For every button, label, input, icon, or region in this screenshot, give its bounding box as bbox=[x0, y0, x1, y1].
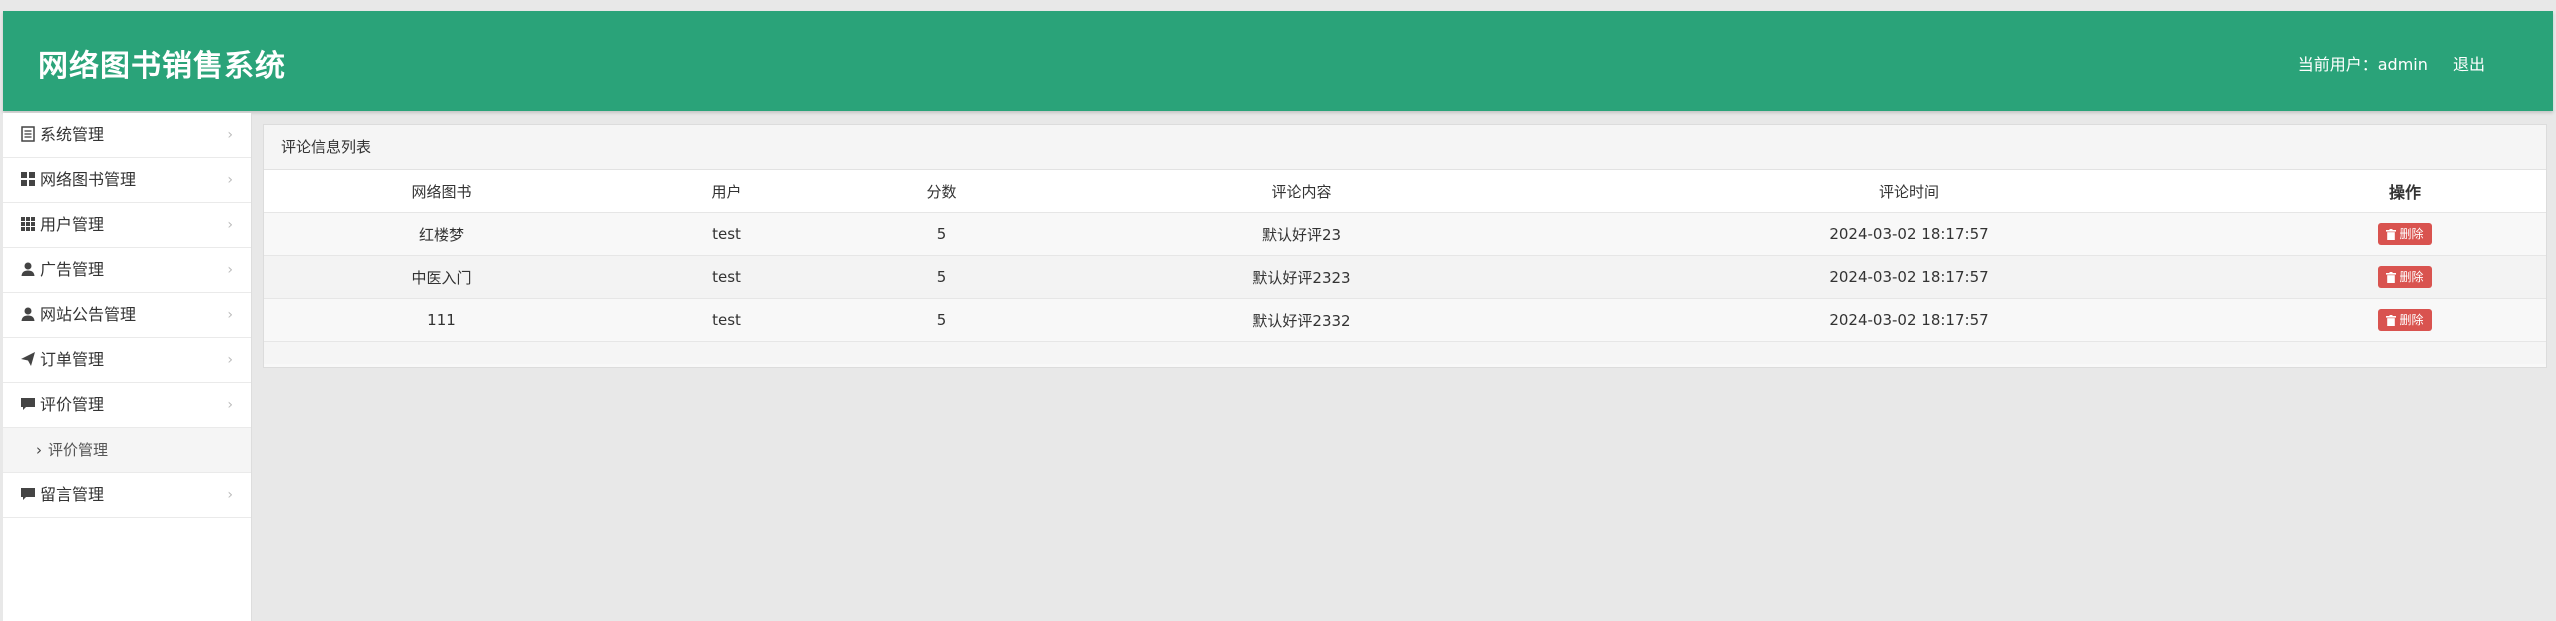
cell-actions: 删除 bbox=[2264, 213, 2546, 256]
logout-link[interactable]: 退出 bbox=[2453, 55, 2485, 74]
grid-small-icon bbox=[21, 217, 35, 231]
sidebar-item-label: 用户管理 bbox=[40, 215, 105, 234]
column-header-score: 分数 bbox=[834, 170, 1049, 213]
table-row: 红楼梦 test 5 默认好评23 2024-03-02 18:17:57 删除 bbox=[264, 212, 2546, 256]
sidebar-item-ads[interactable]: 广告管理 › bbox=[3, 248, 251, 293]
sidebar-item-label: 系统管理 bbox=[40, 125, 105, 144]
trash-icon bbox=[2386, 229, 2397, 240]
cell-score: 5 bbox=[936, 268, 947, 286]
sidebar: 系统管理 › 网络图书管理 › 用户管理 › 广告管理 › 网站公告管理 › 订… bbox=[3, 113, 252, 621]
cell-actions: 删除 bbox=[2264, 256, 2546, 299]
cell-score: 5 bbox=[936, 225, 947, 243]
chevron-right-icon: › bbox=[227, 487, 233, 503]
chevron-right-icon: › bbox=[227, 352, 233, 368]
sidebar-item-reviews[interactable]: 评价管理 › bbox=[3, 383, 251, 428]
delete-button-label: 删除 bbox=[2399, 313, 2424, 327]
sidebar-subitem-label: 评价管理 bbox=[48, 441, 109, 459]
review-list-panel: 评论信息列表 网络图书 用户 分数 评论内容 评论时间 操作 红楼梦 test bbox=[263, 124, 2547, 368]
table-header-row: 网络图书 用户 分数 评论内容 评论时间 操作 bbox=[264, 170, 2546, 213]
delete-button-label: 删除 bbox=[2399, 270, 2424, 284]
column-header-book: 网络图书 bbox=[264, 170, 619, 213]
sidebar-item-messages[interactable]: 留言管理 › bbox=[3, 473, 251, 518]
chevron-right-icon: › bbox=[36, 441, 42, 459]
trash-icon bbox=[2386, 272, 2397, 283]
app-title: 网络图书销售系统 bbox=[38, 49, 286, 84]
sidebar-subitem-reviews[interactable]: › 评价管理 bbox=[3, 428, 251, 473]
cell-time: 2024-03-02 18:17:57 bbox=[1829, 268, 1989, 286]
comment-icon bbox=[21, 398, 35, 410]
grid-large-icon bbox=[21, 172, 35, 186]
cell-content: 默认好评2332 bbox=[1252, 311, 1351, 330]
chevron-right-icon: › bbox=[227, 127, 233, 143]
panel-footer bbox=[264, 342, 2546, 364]
top-header: 网络图书销售系统 当前用户：admin 退出 bbox=[3, 11, 2553, 111]
cell-book: 红楼梦 bbox=[418, 225, 464, 244]
column-header-time: 评论时间 bbox=[1554, 170, 2264, 213]
cell-book: 111 bbox=[427, 311, 456, 329]
panel-title: 评论信息列表 bbox=[264, 125, 2546, 170]
user-area: 当前用户：admin 退出 bbox=[2298, 51, 2485, 75]
table-row: 111 test 5 默认好评2332 2024-03-02 18:17:57 … bbox=[264, 298, 2546, 342]
sidebar-item-users[interactable]: 用户管理 › bbox=[3, 203, 251, 248]
sidebar-item-system[interactable]: 系统管理 › bbox=[3, 113, 251, 158]
chevron-right-icon: › bbox=[227, 217, 233, 233]
cell-time: 2024-03-02 18:17:57 bbox=[1829, 225, 1989, 243]
column-header-user: 用户 bbox=[619, 170, 834, 213]
sidebar-item-announcements[interactable]: 网站公告管理 › bbox=[3, 293, 251, 338]
delete-button-label: 删除 bbox=[2399, 227, 2424, 241]
sidebar-item-label: 网站公告管理 bbox=[40, 305, 137, 324]
sidebar-item-books[interactable]: 网络图书管理 › bbox=[3, 158, 251, 203]
sidebar-item-label: 评价管理 bbox=[40, 395, 105, 414]
document-icon bbox=[21, 126, 35, 142]
chevron-right-icon: › bbox=[227, 262, 233, 278]
sidebar-item-label: 订单管理 bbox=[40, 350, 105, 369]
cell-actions: 删除 bbox=[2264, 299, 2546, 342]
column-header-content: 评论内容 bbox=[1049, 170, 1554, 213]
user-icon bbox=[21, 307, 35, 321]
trash-icon bbox=[2386, 315, 2397, 326]
chevron-right-icon: › bbox=[227, 397, 233, 413]
sidebar-item-orders[interactable]: 订单管理 › bbox=[3, 338, 251, 383]
send-icon bbox=[21, 352, 35, 366]
column-header-actions: 操作 bbox=[2264, 170, 2546, 213]
delete-button[interactable]: 删除 bbox=[2378, 266, 2432, 288]
table-row: 中医入门 test 5 默认好评2323 2024-03-02 18:17:57… bbox=[264, 255, 2546, 299]
cell-content: 默认好评2323 bbox=[1252, 268, 1351, 287]
cell-score: 5 bbox=[936, 311, 947, 329]
sidebar-item-label: 广告管理 bbox=[40, 260, 105, 279]
chevron-right-icon: › bbox=[227, 307, 233, 323]
cell-book: 中医入门 bbox=[411, 268, 472, 287]
cell-content: 默认好评23 bbox=[1261, 225, 1342, 244]
current-user-label: 当前用户：admin bbox=[2297, 55, 2428, 74]
delete-button[interactable]: 删除 bbox=[2378, 309, 2432, 331]
cell-user: test bbox=[712, 225, 741, 243]
delete-button[interactable]: 删除 bbox=[2378, 223, 2432, 245]
cell-user: test bbox=[712, 268, 741, 286]
cell-user: test bbox=[712, 311, 741, 329]
sidebar-item-label: 网络图书管理 bbox=[40, 170, 137, 189]
chevron-right-icon: › bbox=[227, 172, 233, 188]
user-icon bbox=[21, 262, 35, 276]
sidebar-item-label: 留言管理 bbox=[40, 485, 105, 504]
comment-icon bbox=[21, 488, 35, 500]
review-table: 网络图书 用户 分数 评论内容 评论时间 操作 红楼梦 test 5 默认好评2… bbox=[264, 170, 2546, 342]
cell-time: 2024-03-02 18:17:57 bbox=[1829, 311, 1989, 329]
